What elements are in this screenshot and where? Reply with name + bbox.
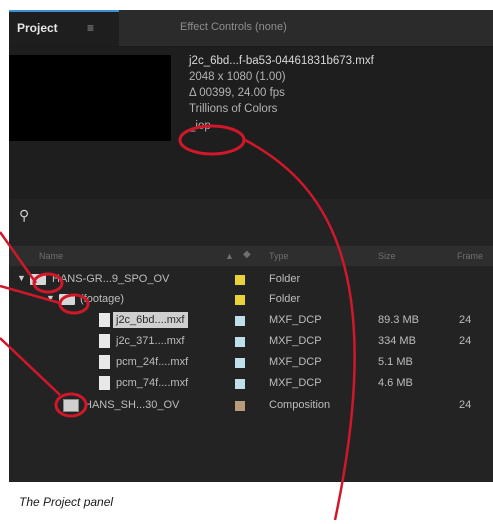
list-item[interactable]: pcm_74f....mxf MXF_DCP 4.6 MB: [9, 373, 493, 395]
search-bar[interactable]: ⚲: [9, 199, 493, 235]
info-colors: Trillions of Colors: [189, 103, 278, 115]
list-item[interactable]: ▼ HANS-GR...9_SPO_OV Folder: [9, 269, 493, 291]
column-type[interactable]: Type: [269, 251, 289, 261]
item-size: 5.1 MB: [378, 356, 413, 368]
folder-icon: [30, 274, 46, 285]
item-type: MXF_DCP: [269, 356, 322, 368]
list-item[interactable]: j2c_6bd....mxf MXF_DCP 89.3 MB 24: [9, 310, 493, 332]
list-item[interactable]: ▼ (footage) Folder: [9, 289, 493, 311]
item-name: pcm_74f....mxf: [116, 377, 189, 389]
column-name[interactable]: Name: [39, 251, 63, 261]
item-size: 4.6 MB: [378, 377, 413, 389]
item-size: 334 MB: [378, 335, 416, 347]
label-color-swatch[interactable]: [235, 275, 245, 285]
info-field-order: _iop: [189, 120, 211, 132]
tab-effect-controls[interactable]: Effect Controls (none): [180, 21, 287, 33]
item-type: MXF_DCP: [269, 377, 322, 389]
label-color-swatch[interactable]: [235, 295, 245, 305]
item-name: HANS_SH...30_OV: [84, 399, 180, 411]
folder-icon: [59, 294, 75, 305]
tab-project[interactable]: Project ≡: [9, 10, 119, 46]
label-color-swatch[interactable]: [235, 401, 245, 411]
info-filename: j2c_6bd...f-ba53-04461831b673.mxf: [189, 55, 374, 67]
item-type: Folder: [269, 293, 301, 305]
sort-icon[interactable]: ▲: [225, 251, 234, 261]
item-name: pcm_24f....mxf: [116, 356, 189, 368]
column-frame-rate[interactable]: Frame: [457, 251, 483, 261]
label-color-swatch[interactable]: [235, 358, 245, 368]
list-item[interactable]: pcm_24f....mxf MXF_DCP 5.1 MB: [9, 352, 493, 374]
expand-triangle-icon[interactable]: ▼: [46, 293, 55, 303]
column-size[interactable]: Size: [378, 251, 396, 261]
composition-icon: [63, 399, 79, 412]
item-size: 89.3 MB: [378, 314, 419, 326]
item-name: j2c_6bd....mxf: [113, 312, 189, 328]
label-tag-icon[interactable]: ◆: [243, 249, 251, 260]
item-name: j2c_371....mxf: [116, 335, 185, 347]
file-icon: [99, 313, 110, 327]
item-type: MXF_DCP: [269, 335, 322, 347]
label-color-swatch[interactable]: [235, 379, 245, 389]
panel-menu-icon[interactable]: ≡: [87, 21, 94, 35]
footage-thumbnail: [9, 55, 171, 141]
file-icon: [99, 355, 110, 369]
tab-project-label: Project: [17, 21, 58, 35]
search-icon[interactable]: ⚲: [19, 207, 29, 224]
item-name: HANS-GR...9_SPO_OV: [52, 273, 170, 285]
item-type: Composition: [269, 399, 331, 411]
column-header: Name ▲ ◆ Type Size Frame: [9, 246, 493, 266]
info-resolution: 2048 x 1080 (1.00): [189, 71, 286, 83]
file-icon: [99, 334, 110, 348]
tab-bar: Project ≡ Effect Controls (none): [9, 10, 493, 47]
item-type: Folder: [269, 273, 301, 285]
item-type: MXF_DCP: [269, 314, 322, 326]
list-item[interactable]: j2c_371....mxf MXF_DCP 334 MB 24: [9, 331, 493, 353]
label-color-swatch[interactable]: [235, 337, 245, 347]
item-frame-rate: 24: [459, 399, 472, 411]
item-name: (footage): [80, 293, 125, 305]
item-frame-rate: 24: [459, 335, 472, 347]
project-panel: Project ≡ Effect Controls (none) j2c_6bd…: [9, 10, 493, 482]
label-color-swatch[interactable]: [235, 316, 245, 326]
file-icon: [99, 376, 110, 390]
footage-info-area: j2c_6bd...f-ba53-04461831b673.mxf 2048 x…: [9, 47, 493, 199]
list-item[interactable]: HANS_SH...30_OV Composition 24: [9, 395, 493, 417]
item-frame-rate: 24: [459, 314, 472, 326]
figure-caption: The Project panel: [19, 495, 114, 509]
expand-triangle-icon[interactable]: ▼: [17, 273, 26, 283]
info-duration: Δ 00399, 24.00 fps: [189, 87, 285, 99]
